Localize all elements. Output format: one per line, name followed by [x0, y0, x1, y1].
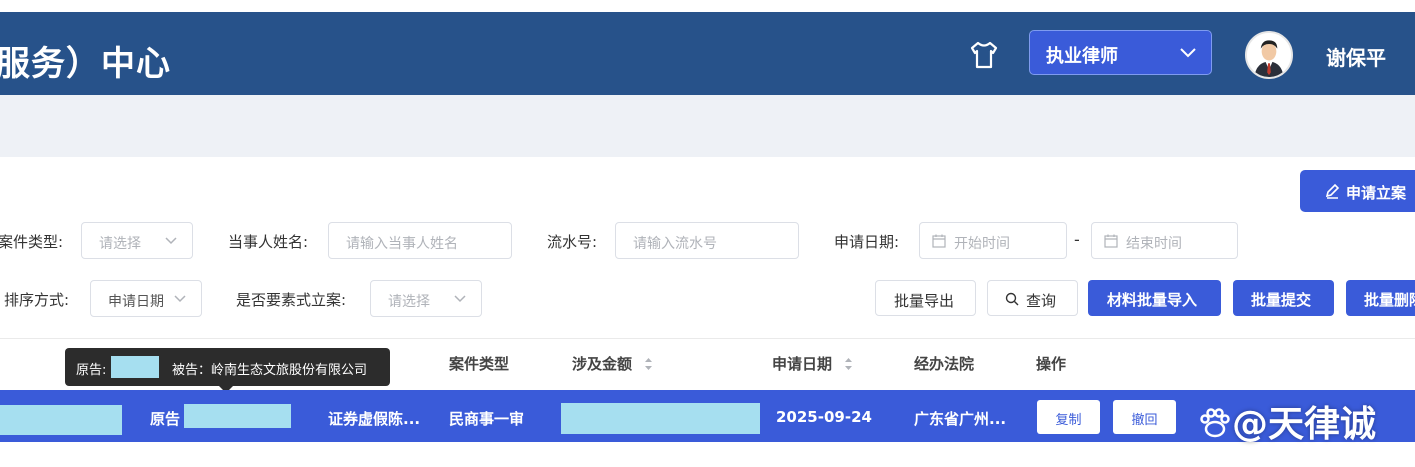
role-select[interactable]: 执业律师: [1029, 30, 1212, 75]
apply-filing-button[interactable]: 申请立案: [1300, 170, 1415, 212]
chevron-down-icon: [174, 295, 186, 303]
apply-date-label: 申请日期:: [834, 233, 900, 251]
sort-icon[interactable]: [644, 356, 653, 372]
start-date-placeholder: 开始时间: [954, 236, 1010, 252]
sort-select-value: 申请日期: [108, 294, 164, 310]
end-date-input[interactable]: 结束时间: [1091, 222, 1238, 259]
app-title: 服务）中心: [0, 44, 171, 84]
calendar-icon: [1104, 234, 1118, 248]
header-apply-date-label: 申请日期: [772, 355, 833, 373]
withdraw-button[interactable]: 撤回: [1113, 400, 1176, 434]
header-amount[interactable]: 涉及金额: [572, 353, 652, 374]
serial-no-placeholder: 请输入流水号: [633, 236, 717, 252]
redacted-party-name: [184, 404, 291, 428]
party-name-input[interactable]: 请输入当事人姓名: [328, 222, 512, 259]
element-filing-placeholder: 请选择: [388, 294, 430, 310]
case-type-label: 案件类型:: [0, 233, 64, 251]
top-bar: 服务）中心 执业律师 谢保平: [0, 0, 1415, 97]
tooltip-plaintiff-label: 原告:: [76, 363, 107, 378]
watermark-text: @天律诚: [1232, 404, 1377, 445]
serial-no-label: 流水号:: [547, 233, 598, 251]
sort-icon[interactable]: [844, 356, 853, 372]
batch-import-label: 材料批量导入: [1107, 291, 1198, 309]
redacted-amount: [561, 403, 760, 434]
chevron-down-icon: [454, 295, 466, 303]
shirt-icon[interactable]: [968, 40, 1000, 70]
search-icon: [1005, 292, 1019, 306]
withdraw-label: 撤回: [1131, 413, 1158, 428]
batch-export-button[interactable]: 批量导出: [875, 280, 976, 316]
redacted-serial-no: [0, 405, 122, 435]
parties-tooltip: 原告: 被告：岭南生态文旅股份有限公司: [65, 348, 390, 393]
query-label: 查询: [1026, 292, 1057, 310]
row-apply-date: 2025-09-24: [776, 408, 872, 426]
paw-icon: [1200, 408, 1230, 438]
chevron-down-icon: [1180, 48, 1196, 58]
sort-select[interactable]: 申请日期: [90, 280, 202, 317]
avatar-image: [1247, 33, 1291, 77]
header-apply-date[interactable]: 申请日期: [772, 353, 852, 374]
serial-no-input[interactable]: 请输入流水号: [615, 222, 799, 259]
calendar-icon: [932, 234, 946, 248]
row-party-prefix: 原告: [150, 410, 181, 428]
element-filing-select[interactable]: 请选择: [370, 280, 482, 317]
batch-delete-button[interactable]: 批量删除: [1346, 280, 1415, 316]
case-type-select[interactable]: 请选择: [81, 222, 193, 259]
user-name: 谢保平: [1326, 46, 1386, 70]
party-name-placeholder: 请输入当事人姓名: [346, 236, 458, 252]
batch-import-button[interactable]: 材料批量导入: [1088, 280, 1221, 316]
header-case-type: 案件类型: [449, 355, 510, 373]
row-case-type: 民商事一审: [449, 410, 525, 428]
copy-label: 复制: [1055, 413, 1082, 428]
row-cause: 证券虚假陈...: [328, 410, 421, 428]
batch-submit-label: 批量提交: [1251, 291, 1312, 309]
watermark: @天律诚: [1198, 395, 1376, 447]
sort-label: 排序方式:: [4, 291, 70, 309]
copy-button[interactable]: 复制: [1037, 400, 1100, 434]
role-select-value: 执业律师: [1046, 46, 1118, 67]
end-date-placeholder: 结束时间: [1126, 236, 1182, 252]
header-court: 经办法院: [914, 355, 975, 373]
tooltip-defendant: 被告：岭南生态文旅股份有限公司: [172, 363, 368, 378]
party-name-label: 当事人姓名:: [228, 233, 309, 251]
query-button[interactable]: 查询: [987, 280, 1078, 316]
pen-icon: [1325, 183, 1340, 199]
redacted-plaintiff: [111, 356, 159, 378]
element-filing-label: 是否要素式立案:: [236, 291, 347, 309]
batch-export-label: 批量导出: [894, 292, 955, 310]
header-operation: 操作: [1036, 355, 1067, 373]
apply-filing-label: 申请立案: [1346, 184, 1407, 202]
header-amount-label: 涉及金额: [572, 355, 633, 373]
avatar[interactable]: [1245, 31, 1293, 79]
date-range-separator: -: [1074, 230, 1080, 249]
batch-submit-button[interactable]: 批量提交: [1233, 280, 1334, 316]
row-court: 广东省广州...: [914, 410, 1007, 428]
batch-delete-label: 批量删除: [1364, 291, 1415, 309]
start-date-input[interactable]: 开始时间: [919, 222, 1067, 259]
breadcrumb-area: [0, 95, 1415, 157]
chevron-down-icon: [165, 237, 177, 245]
case-type-placeholder: 请选择: [99, 236, 141, 252]
header-band: 服务）中心 执业律师 谢保平: [0, 12, 1415, 95]
